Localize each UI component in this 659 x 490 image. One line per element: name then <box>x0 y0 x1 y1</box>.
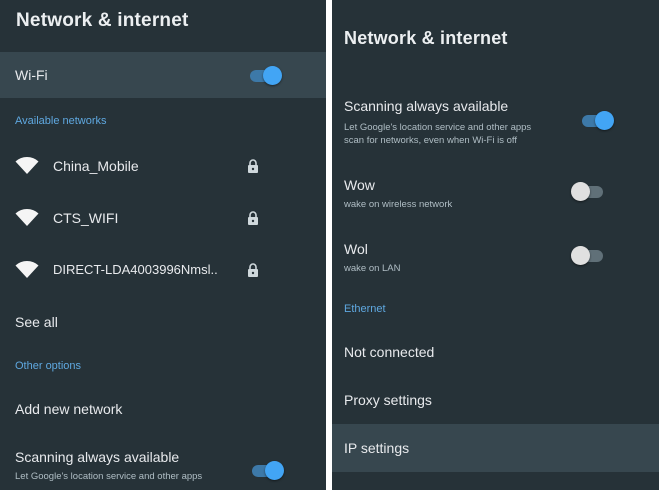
page-title: Network & internet <box>344 28 508 48</box>
wifi-toggle[interactable] <box>248 65 282 85</box>
scanning-row[interactable]: Scanning always available Let Google's l… <box>332 92 659 154</box>
see-all-link: See all <box>15 314 58 330</box>
proxy-settings-label: Proxy settings <box>344 392 432 408</box>
lock-icon <box>248 263 258 277</box>
scanning-toggle[interactable] <box>580 110 614 130</box>
page-title: Network & internet <box>16 10 189 31</box>
not-connected-row[interactable]: Not connected <box>332 332 659 372</box>
scanning-row[interactable]: Scanning always available Let Google's l… <box>0 442 326 490</box>
network-item[interactable]: DIRECT-LDA4003996Nmsl.. <box>0 250 326 290</box>
ethernet-header: Ethernet <box>344 303 386 315</box>
scanning-description: Let Google's location service and other … <box>344 122 532 133</box>
network-ssid: China_Mobile <box>53 158 139 174</box>
wifi-row[interactable]: Wi-Fi <box>0 52 326 98</box>
network-ssid: DIRECT-LDA4003996Nmsl.. <box>53 262 218 277</box>
proxy-settings-row[interactable]: Proxy settings <box>332 380 659 420</box>
wol-label: Wol <box>344 241 368 257</box>
lock-icon <box>248 159 258 173</box>
wifi-icon <box>15 261 39 278</box>
network-settings-panel-left: Network & internet Wi-Fi Available netwo… <box>0 0 326 490</box>
ip-settings-row[interactable]: IP settings <box>332 424 659 472</box>
wol-row[interactable]: Wol wake on LAN <box>332 234 659 282</box>
wow-toggle[interactable] <box>571 181 605 201</box>
ethernet-status: Not connected <box>344 344 435 360</box>
network-ssid: CTS_WIFI <box>53 210 119 226</box>
see-all-row[interactable]: See all <box>0 302 326 342</box>
network-item[interactable]: CTS_WIFI <box>0 198 326 238</box>
screenshot: Network & internet Wi-Fi Available netwo… <box>0 0 659 490</box>
available-networks-header: Available networks <box>15 115 107 127</box>
scanning-label: Scanning always available <box>344 98 509 114</box>
wow-label: Wow <box>344 177 375 193</box>
scanning-description-line2: scan for networks, even when Wi-Fi is of… <box>344 135 517 146</box>
scanning-description: Let Google's location service and other … <box>15 471 203 482</box>
wol-toggle[interactable] <box>571 245 605 265</box>
wifi-icon <box>15 209 39 226</box>
wifi-label: Wi-Fi <box>15 67 48 83</box>
lock-icon <box>248 211 258 225</box>
network-item[interactable]: China_Mobile <box>0 146 326 186</box>
wow-description: wake on wireless network <box>344 199 453 210</box>
network-settings-panel-right: Network & internet Scanning always avail… <box>332 0 659 490</box>
other-options-header: Other options <box>15 360 82 372</box>
wifi-icon <box>15 157 39 174</box>
add-network-label: Add new network <box>15 401 123 417</box>
wol-description: wake on LAN <box>344 263 401 274</box>
scanning-toggle[interactable] <box>250 460 284 480</box>
wow-row[interactable]: Wow wake on wireless network <box>332 170 659 218</box>
scanning-label: Scanning always available <box>15 449 180 465</box>
add-network-row[interactable]: Add new network <box>0 390 326 430</box>
ip-settings-label: IP settings <box>344 440 410 456</box>
